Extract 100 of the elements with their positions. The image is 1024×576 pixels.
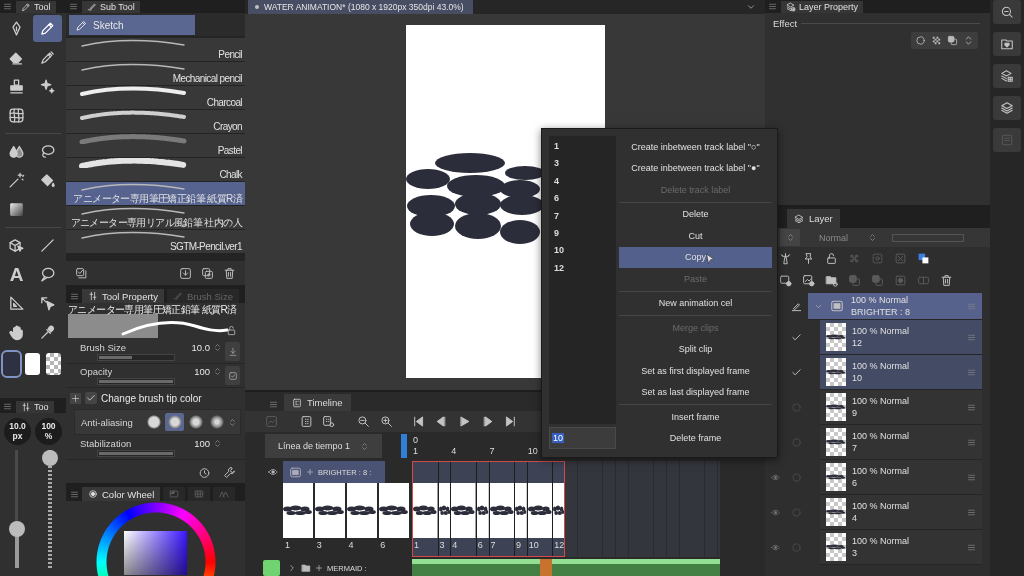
frame-grid-icon[interactable] bbox=[300, 415, 313, 428]
layer-item[interactable]: 100 % Normal 10 bbox=[820, 355, 982, 390]
layer-menu-icon[interactable] bbox=[967, 542, 976, 552]
expand-button[interactable] bbox=[70, 392, 81, 404]
panel-tab[interactable] bbox=[163, 487, 186, 501]
panel-tab[interactable]: Color Wheel bbox=[82, 487, 161, 501]
layer-item[interactable]: 100 % Normal 4 bbox=[820, 495, 982, 530]
timeline-selector[interactable]: Línea de tiempo 1 bbox=[265, 434, 382, 458]
layer-color-button[interactable] bbox=[780, 229, 800, 246]
frame-thumbnail[interactable] bbox=[527, 483, 553, 538]
stepper-icon[interactable] bbox=[213, 366, 222, 377]
selected-frame-range[interactable]: 1 3 4 6 7 9 10 12 bbox=[412, 461, 565, 557]
layer-item[interactable]: 100 % Normal 9 bbox=[820, 390, 982, 425]
layer-menu-icon[interactable] bbox=[967, 437, 976, 447]
stepper-icon[interactable] bbox=[228, 416, 237, 428]
color-wheel[interactable] bbox=[95, 501, 216, 576]
next-frame-icon[interactable] bbox=[481, 415, 494, 428]
stacked-squares-icon[interactable] bbox=[947, 35, 958, 46]
checkmark-icon[interactable] bbox=[791, 367, 802, 378]
eye-icon[interactable] bbox=[267, 467, 279, 477]
panel-menu-icon[interactable] bbox=[3, 402, 12, 411]
play-icon[interactable] bbox=[458, 415, 471, 428]
brush-item[interactable]: Charcoal bbox=[66, 86, 245, 109]
panel-tab[interactable]: Tool Property bbox=[82, 289, 164, 303]
frame-thumbnail[interactable] bbox=[515, 483, 527, 538]
menu-item[interactable]: Split clip bbox=[619, 338, 772, 360]
panel-menu-icon[interactable] bbox=[3, 2, 12, 11]
property-value[interactable]: 100 bbox=[194, 366, 210, 377]
frame-thumbnail[interactable] bbox=[438, 483, 451, 538]
property-value[interactable]: 10.0 bbox=[191, 342, 210, 353]
playhead-marker[interactable] bbox=[401, 434, 407, 458]
new-image-layer-icon[interactable] bbox=[802, 273, 815, 287]
color-swatch-icon[interactable] bbox=[4, 353, 19, 375]
toggle-button[interactable] bbox=[225, 366, 240, 385]
chevron-down-icon[interactable] bbox=[746, 2, 756, 12]
color-swatch-icon[interactable] bbox=[25, 353, 40, 375]
brush-item[interactable]: アニメーター専用筆圧矯正鉛筆 紙質R済 bbox=[66, 182, 245, 205]
beacon-icon[interactable] bbox=[779, 251, 792, 265]
layer-item[interactable]: 100 % Normal 6 bbox=[820, 460, 982, 495]
frame-list-item[interactable]: 12 bbox=[554, 262, 564, 273]
brush-item[interactable]: アニメーター専用リアル風鉛筆 社内の人 bbox=[66, 206, 245, 229]
layer-item[interactable]: 100 % Normal 3 bbox=[820, 530, 982, 565]
frame-thumbnail[interactable] bbox=[476, 483, 489, 538]
wrench-icon[interactable] bbox=[223, 466, 236, 479]
sub-tool-group-tab[interactable]: Sketch bbox=[69, 15, 195, 35]
checked-square-icon[interactable] bbox=[75, 266, 88, 280]
frame-list-item[interactable]: 3 bbox=[554, 158, 559, 169]
frame-grid-plus-icon[interactable] bbox=[322, 415, 335, 428]
duplicate-icon[interactable] bbox=[201, 266, 214, 280]
checkbox[interactable] bbox=[85, 392, 97, 404]
stepper-icon[interactable] bbox=[213, 342, 222, 353]
brush-item[interactable]: SGTM-Pencil.ver1 bbox=[66, 230, 245, 253]
frame-thumbnail[interactable] bbox=[413, 483, 438, 538]
layer-menu-icon[interactable] bbox=[967, 472, 976, 482]
property-value[interactable]: 100 bbox=[194, 438, 210, 449]
color-picker-square[interactable] bbox=[124, 531, 187, 575]
document-tab[interactable]: WATER ANIMATION* (1080 x 1920px 350dpi 43.0%) bbox=[248, 0, 473, 14]
skip-to-end-icon[interactable] bbox=[504, 415, 517, 428]
circle-icon[interactable] bbox=[915, 35, 926, 46]
panel-menu-icon[interactable] bbox=[70, 292, 79, 301]
frame-list-item[interactable]: 7 bbox=[554, 210, 559, 221]
side-panel-button[interactable] bbox=[993, 64, 1021, 88]
clock-icon[interactable] bbox=[198, 466, 211, 479]
menu-item[interactable]: Create inbetween track label "○" bbox=[619, 136, 772, 158]
new-folder-icon[interactable] bbox=[825, 273, 838, 287]
download-box-icon[interactable] bbox=[179, 266, 192, 280]
panel-menu-icon[interactable] bbox=[69, 2, 78, 11]
menu-item[interactable]: Copy bbox=[619, 246, 772, 268]
slider-thumb[interactable] bbox=[8, 521, 25, 538]
side-panel-button[interactable] bbox=[993, 0, 1021, 24]
transparent-swatch-icon[interactable] bbox=[46, 353, 61, 375]
frame-input[interactable]: 10 bbox=[549, 427, 616, 449]
layer-menu-icon[interactable] bbox=[967, 402, 976, 412]
zoom-in-icon[interactable] bbox=[380, 415, 393, 428]
pressure-button[interactable] bbox=[225, 342, 240, 361]
frame-list-item[interactable]: 9 bbox=[554, 227, 559, 238]
frame-thumbnail[interactable] bbox=[553, 483, 565, 538]
panel-menu-icon[interactable] bbox=[269, 400, 278, 409]
panel-tab[interactable]: Too bbox=[16, 401, 54, 413]
lock-icon[interactable] bbox=[226, 325, 237, 336]
panel-tab[interactable]: Layer bbox=[787, 209, 840, 228]
panel-menu-icon[interactable] bbox=[70, 490, 79, 499]
panel-tab[interactable]: Timeline bbox=[284, 394, 351, 411]
menu-item[interactable]: Create inbetween track label "●" bbox=[619, 157, 772, 179]
menu-item[interactable]: Insert frame bbox=[619, 406, 772, 428]
checkmark-icon[interactable] bbox=[791, 332, 802, 343]
brush-item[interactable]: Pastel bbox=[66, 134, 245, 157]
panel-tab[interactable]: Layer Property bbox=[781, 1, 864, 13]
lock-icon[interactable] bbox=[825, 251, 838, 265]
layer-menu-icon[interactable] bbox=[967, 507, 976, 517]
brush-item[interactable]: Pencil bbox=[66, 38, 245, 61]
antialias-option[interactable] bbox=[165, 413, 184, 431]
side-panel-button[interactable] bbox=[993, 96, 1021, 120]
checker-icon[interactable] bbox=[931, 35, 942, 46]
pushpin-icon[interactable] bbox=[802, 251, 815, 265]
stepper-icon[interactable] bbox=[963, 35, 974, 46]
property-slider[interactable] bbox=[97, 354, 175, 361]
overlapping-squares-icon[interactable] bbox=[917, 251, 930, 265]
frame-thumbnail[interactable] bbox=[489, 483, 514, 538]
tool-button[interactable] bbox=[33, 15, 62, 42]
